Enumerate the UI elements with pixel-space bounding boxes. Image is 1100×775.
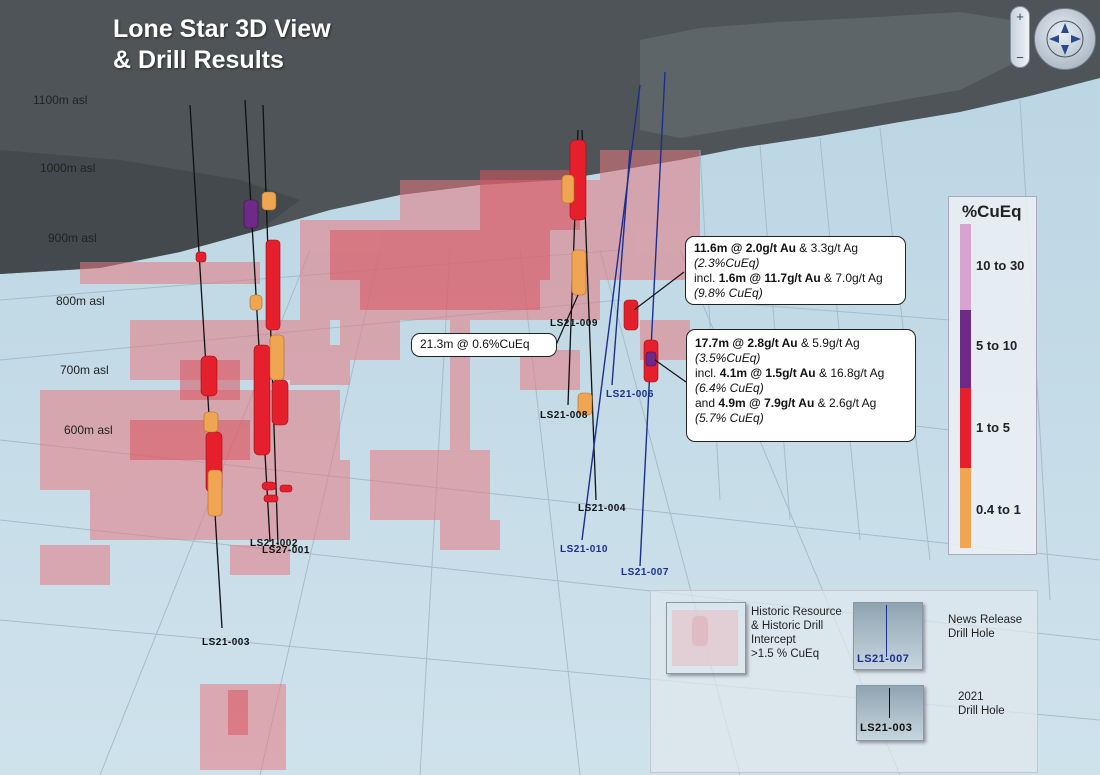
elevation-label-700: 700m asl <box>60 363 109 377</box>
legend-label-10-30: 10 to 30 <box>976 258 1025 273</box>
callout-ls21-008-intercept: 21.3m @ 0.6%CuEq <box>411 333 557 357</box>
callout-1-cueq: (2.3%CuEq) <box>694 256 760 270</box>
callout-1-incl: incl. <box>694 271 719 285</box>
key-2021-thumb: LS21-003 <box>856 685 924 741</box>
callout-3-and-main: 4.9m @ 7.9g/t Au <box>718 396 815 410</box>
hole-label-ls21-008[interactable]: LS21-008 <box>540 410 588 421</box>
callout-ls21-006-intercept: 17.7m @ 2.8g/t Au & 5.9g/t Ag (3.5%CuEq)… <box>686 329 916 442</box>
key-historic-line-3: Intercept <box>751 634 796 646</box>
callout-3-and-cueq: (5.7% CuEq) <box>695 411 764 425</box>
key-historic-thumb-frame <box>666 602 746 674</box>
callout-ls21-009-intercept: 11.6m @ 2.0g/t Au & 3.3g/t Ag (2.3%CuEq)… <box>685 236 906 305</box>
navigation-icon <box>1046 20 1084 58</box>
page-title: Lone Star 3D View & Drill Results <box>113 14 331 76</box>
callout-3-main: 17.7m @ 2.8g/t Au <box>695 336 798 350</box>
callout-3-incl-silver: & 16.8g/t Ag <box>815 366 885 380</box>
hole-label-ls21-006[interactable]: LS21-006 <box>606 389 654 400</box>
zoom-control[interactable]: + − <box>1010 6 1030 68</box>
elevation-label-1000: 1000m asl <box>40 161 96 175</box>
elevation-label-800: 800m asl <box>56 294 105 308</box>
callout-1-silver: & 3.3g/t Ag <box>795 241 859 255</box>
legend-swatch-5-10 <box>960 310 971 388</box>
hole-label-ls21-007[interactable]: LS21-007 <box>621 567 669 578</box>
legend-swatch-1-5 <box>960 388 971 468</box>
key-historic-line-4: >1.5 % CuEq <box>751 648 820 660</box>
callout-3-incl: incl. <box>695 366 720 380</box>
callout-3-cueq: (3.5%CuEq) <box>695 351 761 365</box>
zoom-out-button[interactable]: − <box>1016 50 1024 65</box>
callout-3-silver: & 5.9g/t Ag <box>797 336 860 350</box>
hole-label-ls21-009[interactable]: LS21-009 <box>550 318 598 329</box>
hole-label-ls21-003[interactable]: LS21-003 <box>202 637 250 648</box>
callout-1-incl-silver: & 7.0g/t Ag <box>820 271 883 285</box>
key-2021-hole-label: LS21-003 <box>860 722 913 734</box>
callout-3-and-silver: & 2.6g/t Ag <box>814 396 877 410</box>
callout-3-incl-main: 4.1m @ 1.5g/t Au <box>719 366 816 380</box>
title-line-2: & Drill Results <box>113 46 284 74</box>
elevation-label-600: 600m asl <box>64 423 113 437</box>
legend-swatch-10-30 <box>960 224 971 310</box>
callout-1-incl-main: 1.6m @ 11.7g/t Au <box>718 271 821 285</box>
elevation-label-1100: 1100m asl <box>33 93 88 107</box>
key-historic-line-1: Historic Resource <box>751 606 842 618</box>
legend-title: %CuEq <box>962 202 1022 221</box>
legend-swatch-04-1 <box>960 468 971 548</box>
hole-label-ls21-004[interactable]: LS21-004 <box>578 503 626 514</box>
callout-3-and: and <box>695 396 719 410</box>
callout-1-incl-cueq: (9.8% CuEq) <box>694 286 763 300</box>
key-news-thumb: LS21-007 <box>853 602 923 670</box>
key-historic-label: Historic Resource & Historic Drill Inter… <box>751 605 842 661</box>
key-news-hole-label: LS21-007 <box>857 653 910 665</box>
key-2021-label: 2021 Drill Hole <box>958 690 1005 718</box>
navigation-compass[interactable] <box>1034 8 1096 70</box>
key-news-trace <box>886 605 887 657</box>
legend-label-1-5: 1 to 5 <box>976 420 1010 435</box>
hole-label-ls21-010[interactable]: LS21-010 <box>560 544 608 555</box>
key-2021-line-2: Drill Hole <box>958 705 1005 717</box>
key-news-label: News Release Drill Hole <box>948 613 1022 641</box>
key-historic-line-2: & Historic Drill <box>751 620 824 632</box>
key-news-line-2: Drill Hole <box>948 628 995 640</box>
title-line-1: Lone Star 3D View <box>113 15 331 43</box>
legend-label-5-10: 5 to 10 <box>976 338 1018 353</box>
key-2021-line-1: 2021 <box>958 691 984 703</box>
elevation-label-900: 900m asl <box>48 231 97 245</box>
zoom-in-button[interactable]: + <box>1016 9 1024 24</box>
callout-3-incl-cueq: (6.4% CuEq) <box>695 381 764 395</box>
callout-1-main: 11.6m @ 2.0g/t Au <box>694 241 796 255</box>
3d-scene-view[interactable]: Lone Star 3D View & Drill Results 1100m … <box>0 0 1100 775</box>
key-news-line-1: News Release <box>948 614 1023 626</box>
callout-2-text: 21.3m @ 0.6%CuEq <box>420 337 530 351</box>
key-2021-trace <box>889 688 890 718</box>
hole-label-ls21-001[interactable]: LS27-001 <box>262 545 310 556</box>
legend-label-04-1: 0.4 to 1 <box>976 502 1021 517</box>
